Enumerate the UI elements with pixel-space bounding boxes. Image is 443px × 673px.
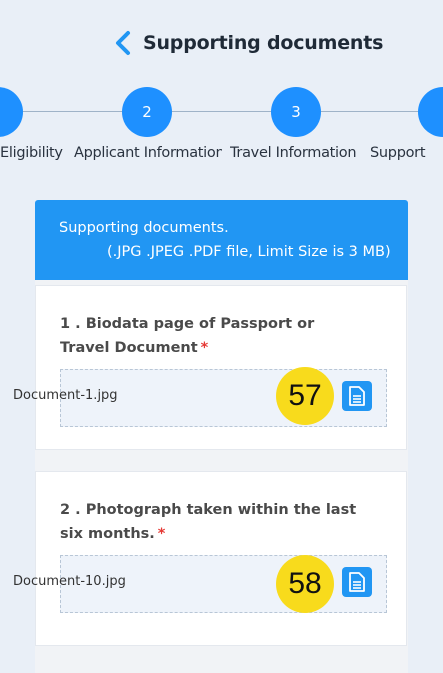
view-file-button-2[interactable] [342,567,372,597]
view-file-button-1[interactable] [342,381,372,411]
step-4-circle[interactable] [418,87,443,137]
card-subtitle: (.JPG .JPEG .PDF file, Limit Size is 3 M… [107,244,391,260]
document-label-1: 1 . Biodata page of Passport or Travel D… [60,316,315,356]
document-label-2: 2 . Photograph taken within the last six… [60,502,357,542]
documents-card-header: Supporting documents. (.JPG .JPEG .PDF f… [35,200,408,280]
step-2-circle[interactable]: 2 [122,87,172,137]
stepper-line [0,111,443,112]
document-icon [349,572,365,592]
back-button[interactable] [113,30,135,56]
page-title: Supporting documents [143,32,384,54]
card-title: Supporting documents. [59,220,229,236]
page-header: Supporting documents [0,0,443,80]
document-item-1: 1 . Biodata page of Passport or Travel D… [35,285,407,450]
step-4-label: Supporting documents [370,145,426,161]
step-1-label: Eligibility [0,145,63,161]
required-marker: * [157,526,166,542]
annotation-marker-58: 58 [276,555,334,613]
step-1-circle[interactable] [0,87,23,137]
step-3-circle[interactable]: 3 [271,87,321,137]
chevron-left-icon [116,31,130,55]
file-name-1: Document-1.jpg [13,388,118,403]
progress-stepper: Eligibility 2 Applicant Information 3 Tr… [0,84,443,174]
required-marker: * [200,340,209,356]
step-3-label: Travel Information [230,145,357,161]
annotation-marker-57: 57 [276,367,334,425]
file-name-2: Document-10.jpg [13,574,126,589]
step-2-label: Applicant Information [74,145,222,161]
document-icon [349,386,365,406]
document-item-2: 2 . Photograph taken within the last six… [35,471,407,646]
